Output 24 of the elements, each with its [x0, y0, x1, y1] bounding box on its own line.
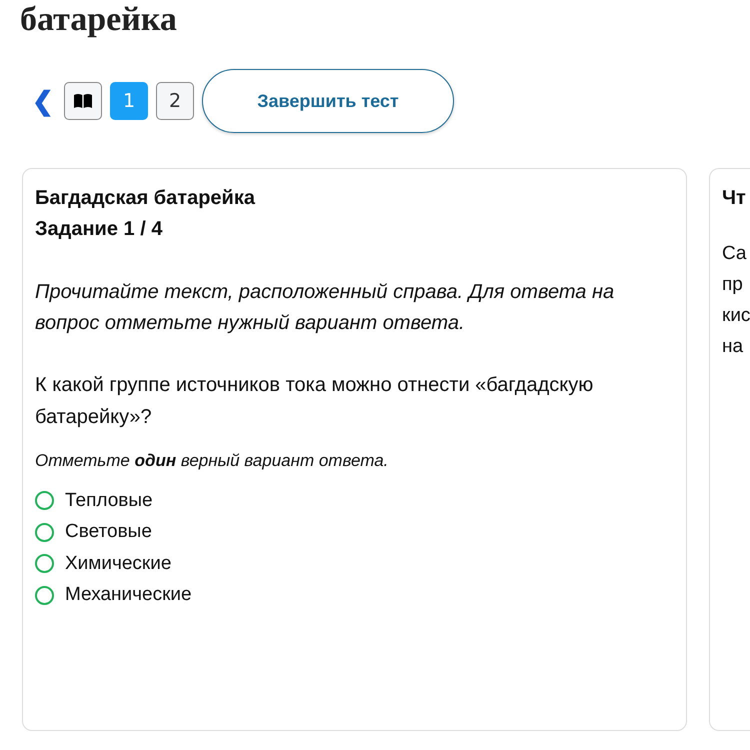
text-title: Чт: [722, 186, 747, 211]
back-button[interactable]: ❮: [30, 86, 56, 116]
radio-button[interactable]: [35, 586, 54, 605]
answer-option[interactable]: Механические: [35, 580, 192, 611]
instruction-text: Прочитайте текст, расположенный справа. Для ответа на вопрос отметьте нужный вариант ответа.: [35, 280, 616, 336]
question-text: К какой группе источников тока можно отнести «багдадскую батарейку»?: [35, 373, 594, 430]
text-line: на: [722, 335, 744, 359]
book-button[interactable]: [64, 82, 102, 120]
page-button[interactable]: 2: [156, 82, 194, 120]
text-line: Са: [722, 242, 747, 266]
page-title: батарейка: [20, 0, 177, 40]
text-line: пр: [722, 273, 743, 297]
answer-option[interactable]: Световые: [35, 516, 152, 548]
task-title: Багдадская батарейка: [35, 186, 256, 211]
answer-option[interactable]: Тепловые: [35, 485, 153, 516]
answer-option[interactable]: Химические: [35, 548, 172, 580]
radio-button[interactable]: [35, 554, 54, 574]
hint-text: Отметьте один верный вариант ответа.: [35, 451, 390, 471]
radio-button[interactable]: [35, 522, 54, 542]
finish-test-button[interactable]: Завершить тест: [202, 69, 454, 133]
task-counter: Задание 1 / 4: [35, 217, 164, 242]
text-line: кис: [722, 304, 750, 328]
book-icon: [73, 93, 93, 109]
radio-button[interactable]: [35, 491, 54, 510]
